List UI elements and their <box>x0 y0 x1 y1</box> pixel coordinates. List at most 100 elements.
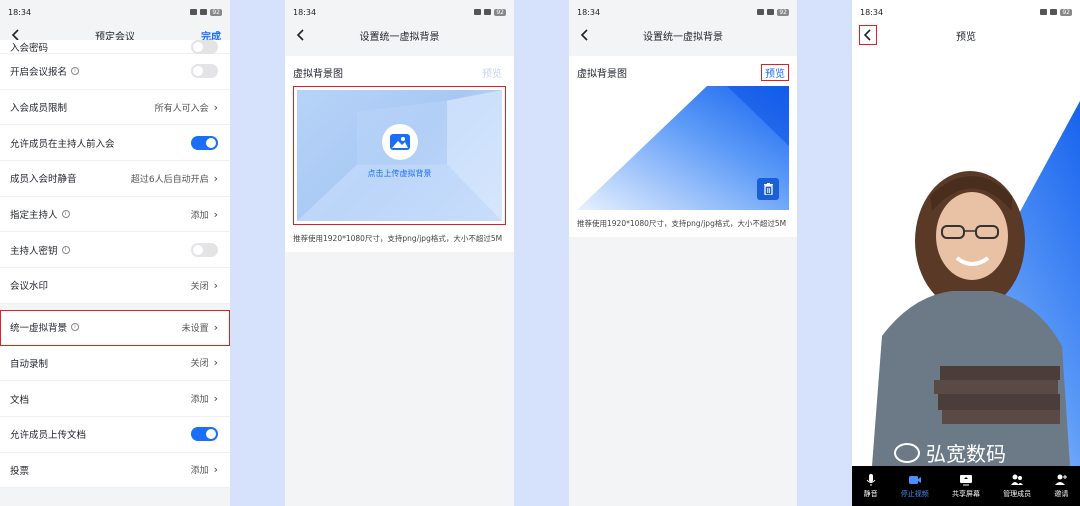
info-icon[interactable]: i <box>71 67 80 76</box>
stop-video-button[interactable]: 停止视频 <box>901 473 929 499</box>
virtual-bg-label: 虚拟背景图 <box>577 68 627 80</box>
chevron-right-icon: › <box>213 100 218 114</box>
settings-row-control <box>191 64 218 79</box>
wechat-icon <box>894 442 920 463</box>
delete-icon[interactable] <box>757 178 779 200</box>
settings-row-label-group: 会议水印 <box>10 278 48 292</box>
settings-row[interactable]: 指定主持人 i 添加 › <box>0 196 230 233</box>
share-screen-icon <box>959 475 972 486</box>
settings-row-label-group: 成员入会时静音 <box>10 171 77 185</box>
status-bar: 18:34 92 <box>285 0 514 24</box>
back-icon[interactable] <box>577 27 593 43</box>
virtual-bg-upload-screen: 18:34 92 设置统一虚拟背景 虚拟背景图 预览 点击上传虚拟背景 推荐使用… <box>285 0 514 506</box>
settings-row-control <box>191 39 218 54</box>
settings-row-label-group: 入会成员限制 <box>10 100 67 114</box>
settings-row-label-group: 允许成员上传文档 <box>10 427 86 441</box>
info-icon[interactable]: i <box>61 245 70 254</box>
status-time: 18:34 <box>8 7 32 17</box>
preview-button[interactable]: 预览 <box>761 63 789 81</box>
chevron-right-icon: › <box>213 392 218 406</box>
share-screen-label: 共享屏幕 <box>951 490 980 498</box>
signal-icon <box>190 9 198 15</box>
invite-button[interactable]: 邀请 <box>1054 473 1068 499</box>
settings-row-value: 添加 <box>190 210 209 221</box>
wifi-icon <box>484 9 492 15</box>
watermark-text: 弘宽数码 <box>926 442 1006 466</box>
settings-row[interactable]: 开启会议报名 i <box>0 54 230 90</box>
mute-button[interactable]: 静音 <box>864 473 878 499</box>
chevron-right-icon: › <box>213 171 218 185</box>
settings-row-control: 添加 › <box>191 463 218 476</box>
settings-row-control <box>191 242 218 257</box>
settings-row-label: 文档 <box>10 394 30 406</box>
status-time: 18:34 <box>293 7 317 17</box>
toggle-switch[interactable] <box>191 39 218 54</box>
settings-row[interactable]: 文档 添加 › <box>0 381 230 417</box>
status-icons: 92 <box>474 8 506 16</box>
info-icon[interactable]: i <box>61 210 70 219</box>
virtual-bg-label: 虚拟背景图 <box>293 68 343 80</box>
signal-icon <box>757 9 765 15</box>
status-time: 18:34 <box>860 7 884 17</box>
chevron-right-icon: › <box>213 356 218 370</box>
stop-video-label: 停止视频 <box>900 490 929 498</box>
invite-icon <box>1055 474 1068 485</box>
battery-icon: 92 <box>210 8 222 16</box>
battery-icon: 92 <box>777 8 789 16</box>
settings-row-label: 指定主持人 <box>10 210 58 222</box>
info-icon[interactable]: i <box>71 323 80 332</box>
toggle-switch[interactable] <box>191 64 218 79</box>
settings-row[interactable]: 主持人密钥 i <box>0 232 230 269</box>
settings-row-label: 主持人密钥 <box>10 245 58 257</box>
settings-row-control: 添加 › <box>191 392 218 405</box>
settings-row[interactable]: 自动录制 关闭 › <box>0 345 230 382</box>
settings-row-control: 所有人可入会 › <box>155 101 218 114</box>
status-time: 18:34 <box>577 7 601 17</box>
settings-row[interactable]: 会议水印 关闭 › <box>0 268 230 304</box>
settings-row-label: 允许成员在主持人前入会 <box>10 138 115 150</box>
chevron-right-icon: › <box>213 463 218 477</box>
chevron-right-icon: › <box>213 320 218 334</box>
settings-row-control: 关闭 › <box>191 356 218 369</box>
settings-row[interactable]: 统一虚拟背景 i 未设置 › <box>0 309 230 346</box>
settings-row-label-group: 统一虚拟背景 i <box>10 320 80 334</box>
manage-members-button[interactable]: 管理成员 <box>1003 473 1031 499</box>
chevron-right-icon: › <box>213 278 218 292</box>
battery-icon: 92 <box>1060 8 1072 16</box>
settings-row[interactable]: 成员入会时静音 超过6人后自动开启 › <box>0 161 230 197</box>
wifi-icon <box>200 9 208 15</box>
virtual-bg-set-screen: 18:34 92 设置统一虚拟背景 虚拟背景图 预览 推荐使用1920*1080… <box>569 0 797 506</box>
page-title: 设置统一虚拟背景 <box>359 31 440 43</box>
battery-icon: 92 <box>494 8 506 16</box>
settings-row-label-group: 自动录制 <box>10 356 48 370</box>
settings-row[interactable]: 投票 添加 › <box>0 452 230 489</box>
settings-row-control: 添加 › <box>191 208 218 221</box>
share-screen-button[interactable]: 共享屏幕 <box>952 473 980 499</box>
upload-hint: 推荐使用1920*1080尺寸，支持png/jpg格式，大小不超过5M <box>293 234 503 243</box>
settings-row-label-group: 允许成员在主持人前入会 <box>10 136 115 150</box>
settings-row[interactable]: 入会密码 <box>0 39 230 54</box>
signal-icon <box>1040 9 1048 15</box>
settings-row-label-group: 入会密码 <box>10 40 48 54</box>
back-icon[interactable] <box>293 27 309 43</box>
page-title: 预览 <box>956 31 976 43</box>
settings-row-label: 入会成员限制 <box>10 103 68 115</box>
settings-row[interactable]: 允许成员上传文档 <box>0 416 230 453</box>
settings-row-label: 允许成员上传文档 <box>10 430 87 442</box>
camera-preview: 弘宽数码 <box>852 46 1080 466</box>
toggle-switch[interactable] <box>191 135 218 150</box>
settings-row[interactable]: 允许成员在主持人前入会 <box>0 125 230 162</box>
virtual-bg-card: 虚拟背景图 预览 点击上传虚拟背景 推荐使用1920*1080尺寸，支持png/… <box>285 56 514 252</box>
settings-row-value: 未设置 <box>181 323 209 334</box>
toggle-switch[interactable] <box>191 427 218 442</box>
virtual-bg-card: 虚拟背景图 预览 推荐使用1920*1080尺寸，支持png/jpg格式，大小不… <box>569 56 797 237</box>
upload-area[interactable]: 点击上传虚拟背景 <box>293 86 506 225</box>
video-camera-icon <box>908 476 921 484</box>
settings-row[interactable]: 入会成员限制 所有人可入会 › <box>0 89 230 126</box>
toggle-switch[interactable] <box>191 242 218 257</box>
settings-row-value: 关闭 <box>190 281 209 292</box>
back-icon[interactable] <box>859 25 877 45</box>
settings-row-value: 添加 <box>190 395 209 406</box>
status-bar: 18:34 92 <box>569 0 797 24</box>
preview-button[interactable]: 预览 <box>478 64 506 81</box>
